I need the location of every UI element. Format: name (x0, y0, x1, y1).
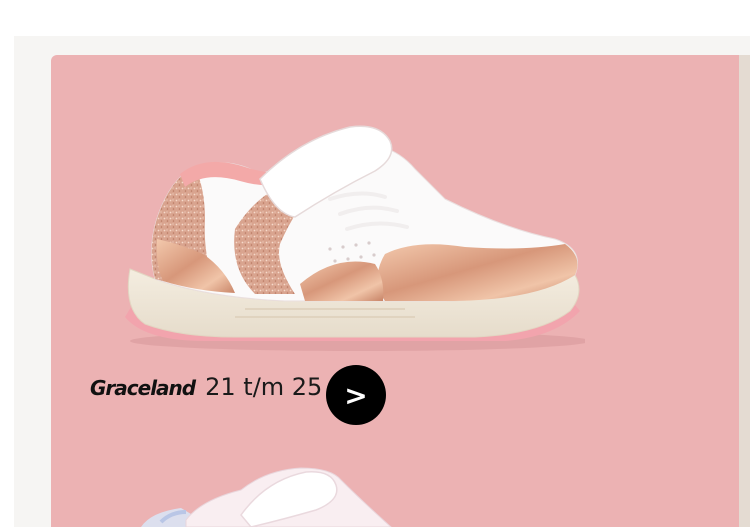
next-product-card-edge[interactable] (738, 55, 750, 527)
brand-logo: Graceland (90, 376, 196, 400)
page: Graceland 21 t/m 25 > (0, 0, 750, 527)
product-card[interactable]: Graceland 21 t/m 25 > (51, 55, 739, 527)
product-info: Graceland 21 t/m 25 (90, 373, 322, 401)
size-range: 21 t/m 25 (205, 373, 323, 401)
next-arrow-button[interactable]: > (326, 365, 386, 425)
chevron-right-icon: > (344, 378, 368, 412)
next-product-image[interactable] (91, 460, 411, 527)
product-image[interactable] (85, 79, 585, 359)
